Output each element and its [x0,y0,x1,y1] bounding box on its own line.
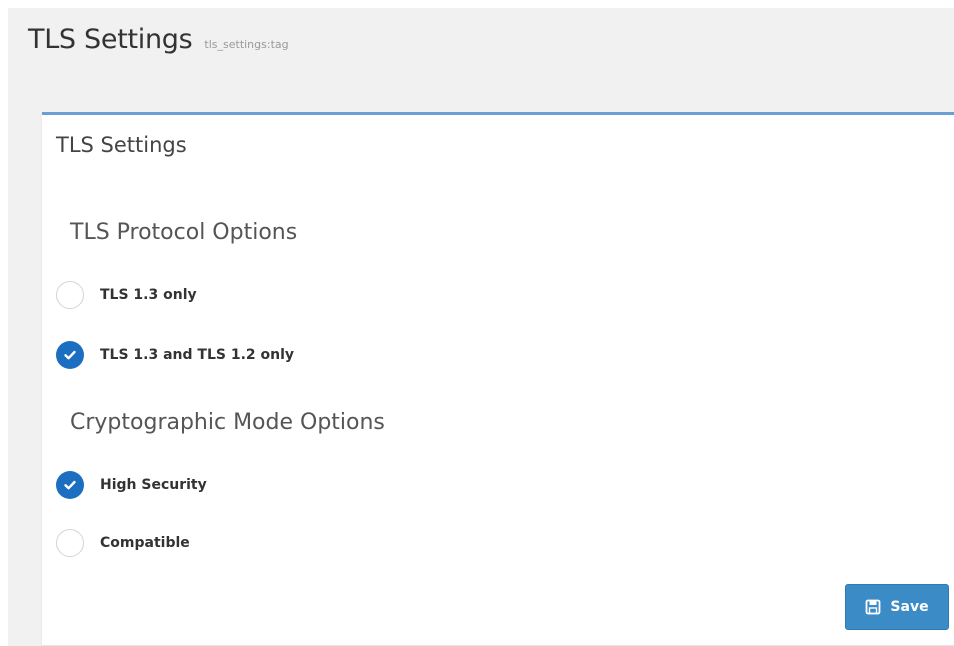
floppy-disk-icon [865,599,881,615]
radio-unchecked-icon[interactable] [56,281,84,309]
save-button[interactable]: Save [845,584,949,630]
settings-panel: TLS Settings TLS Protocol Options TLS 1.… [42,112,954,645]
radio-label: High Security [100,477,207,493]
save-button-label: Save [890,599,929,615]
radio-label: Compatible [100,535,190,551]
page-header: TLS Settings tls_settings:tag [28,24,289,55]
page-title: TLS Settings [28,24,193,55]
page-tag: tls_settings:tag [204,38,289,51]
radio-high-security[interactable]: High Security [56,471,207,499]
panel-title: TLS Settings [56,133,187,157]
radio-tls13-and-tls12[interactable]: TLS 1.3 and TLS 1.2 only [56,341,294,369]
page: TLS Settings tls_settings:tag TLS Settin… [8,8,954,646]
radio-tls13-only[interactable]: TLS 1.3 only [56,281,197,309]
radio-checked-icon[interactable] [56,341,84,369]
radio-label: TLS 1.3 only [100,287,197,303]
tls-protocol-heading: TLS Protocol Options [70,220,298,245]
radio-unchecked-icon[interactable] [56,529,84,557]
checkmark-icon [64,480,76,490]
checkmark-icon [64,350,76,360]
radio-compatible[interactable]: Compatible [56,529,190,557]
crypto-mode-heading: Cryptographic Mode Options [70,410,385,435]
radio-checked-icon[interactable] [56,471,84,499]
radio-label: TLS 1.3 and TLS 1.2 only [100,347,295,363]
